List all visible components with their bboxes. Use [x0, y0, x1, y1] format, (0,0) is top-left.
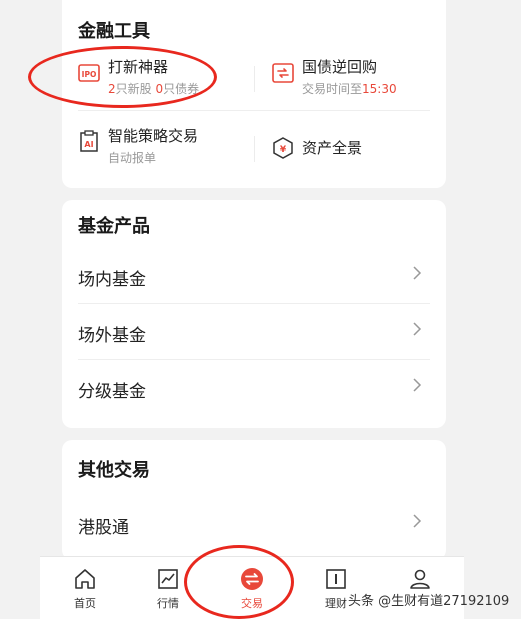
- list-item-onsite-fund[interactable]: 场内基金: [78, 248, 430, 303]
- chevron-right-icon: [413, 378, 422, 392]
- repo-icon: [272, 63, 294, 83]
- list-item-graded-fund[interactable]: 分级基金: [78, 360, 430, 415]
- list-item-label: 场内基金: [78, 270, 146, 290]
- annotation-circle: [28, 46, 217, 108]
- user-icon: [410, 569, 430, 589]
- chevron-right-icon: [413, 514, 422, 528]
- divider: [78, 110, 430, 111]
- list-item-offsite-fund[interactable]: 场外基金: [78, 304, 430, 359]
- tool-title: 国债逆回购: [302, 58, 378, 76]
- list-item-hk-connect[interactable]: 港股通: [78, 496, 430, 551]
- watermark: 头条 @生财有道27192109: [348, 594, 510, 609]
- divider: [254, 66, 255, 92]
- list-item-label: 港股通: [78, 518, 129, 538]
- tool-title: 资产全景: [302, 139, 363, 157]
- yuan-shield-icon: ¥: [273, 137, 293, 159]
- list-item-label: 分级基金: [78, 382, 146, 402]
- chart-icon: [158, 569, 178, 589]
- section-title-fund-products: 基金产品: [78, 216, 150, 237]
- fund-products-card: 基金产品 场内基金 场外基金 分级基金: [62, 200, 446, 428]
- tool-treasury-repo[interactable]: 国债逆回购 交易时间至15:30: [272, 56, 442, 100]
- tool-asset-overview[interactable]: ¥ 资产全景: [272, 137, 442, 181]
- tool-title: 智能策略交易: [108, 127, 199, 145]
- tab-home[interactable]: 首页: [55, 567, 115, 615]
- chevron-right-icon: [413, 322, 422, 336]
- svg-text:¥: ¥: [280, 145, 287, 155]
- section-title-financial-tools: 金融工具: [78, 21, 150, 42]
- section-title-other-trading: 其他交易: [78, 460, 150, 481]
- tool-smart-strategy[interactable]: AI 智能策略交易 自动报单: [78, 125, 248, 169]
- tool-subtitle: 自动报单: [108, 151, 157, 165]
- tab-label: 首页: [74, 597, 96, 610]
- ai-icon: AI: [80, 130, 98, 152]
- tool-subtitle: 交易时间至15:30: [302, 82, 397, 96]
- home-icon: [75, 569, 95, 589]
- chevron-right-icon: [413, 266, 422, 280]
- svg-text:AI: AI: [84, 140, 93, 149]
- wealth-icon: [326, 569, 346, 589]
- annotation-circle: [184, 545, 294, 619]
- divider: [254, 136, 255, 162]
- list-item-label: 场外基金: [78, 326, 146, 346]
- other-trading-card: 其他交易 港股通: [62, 440, 446, 560]
